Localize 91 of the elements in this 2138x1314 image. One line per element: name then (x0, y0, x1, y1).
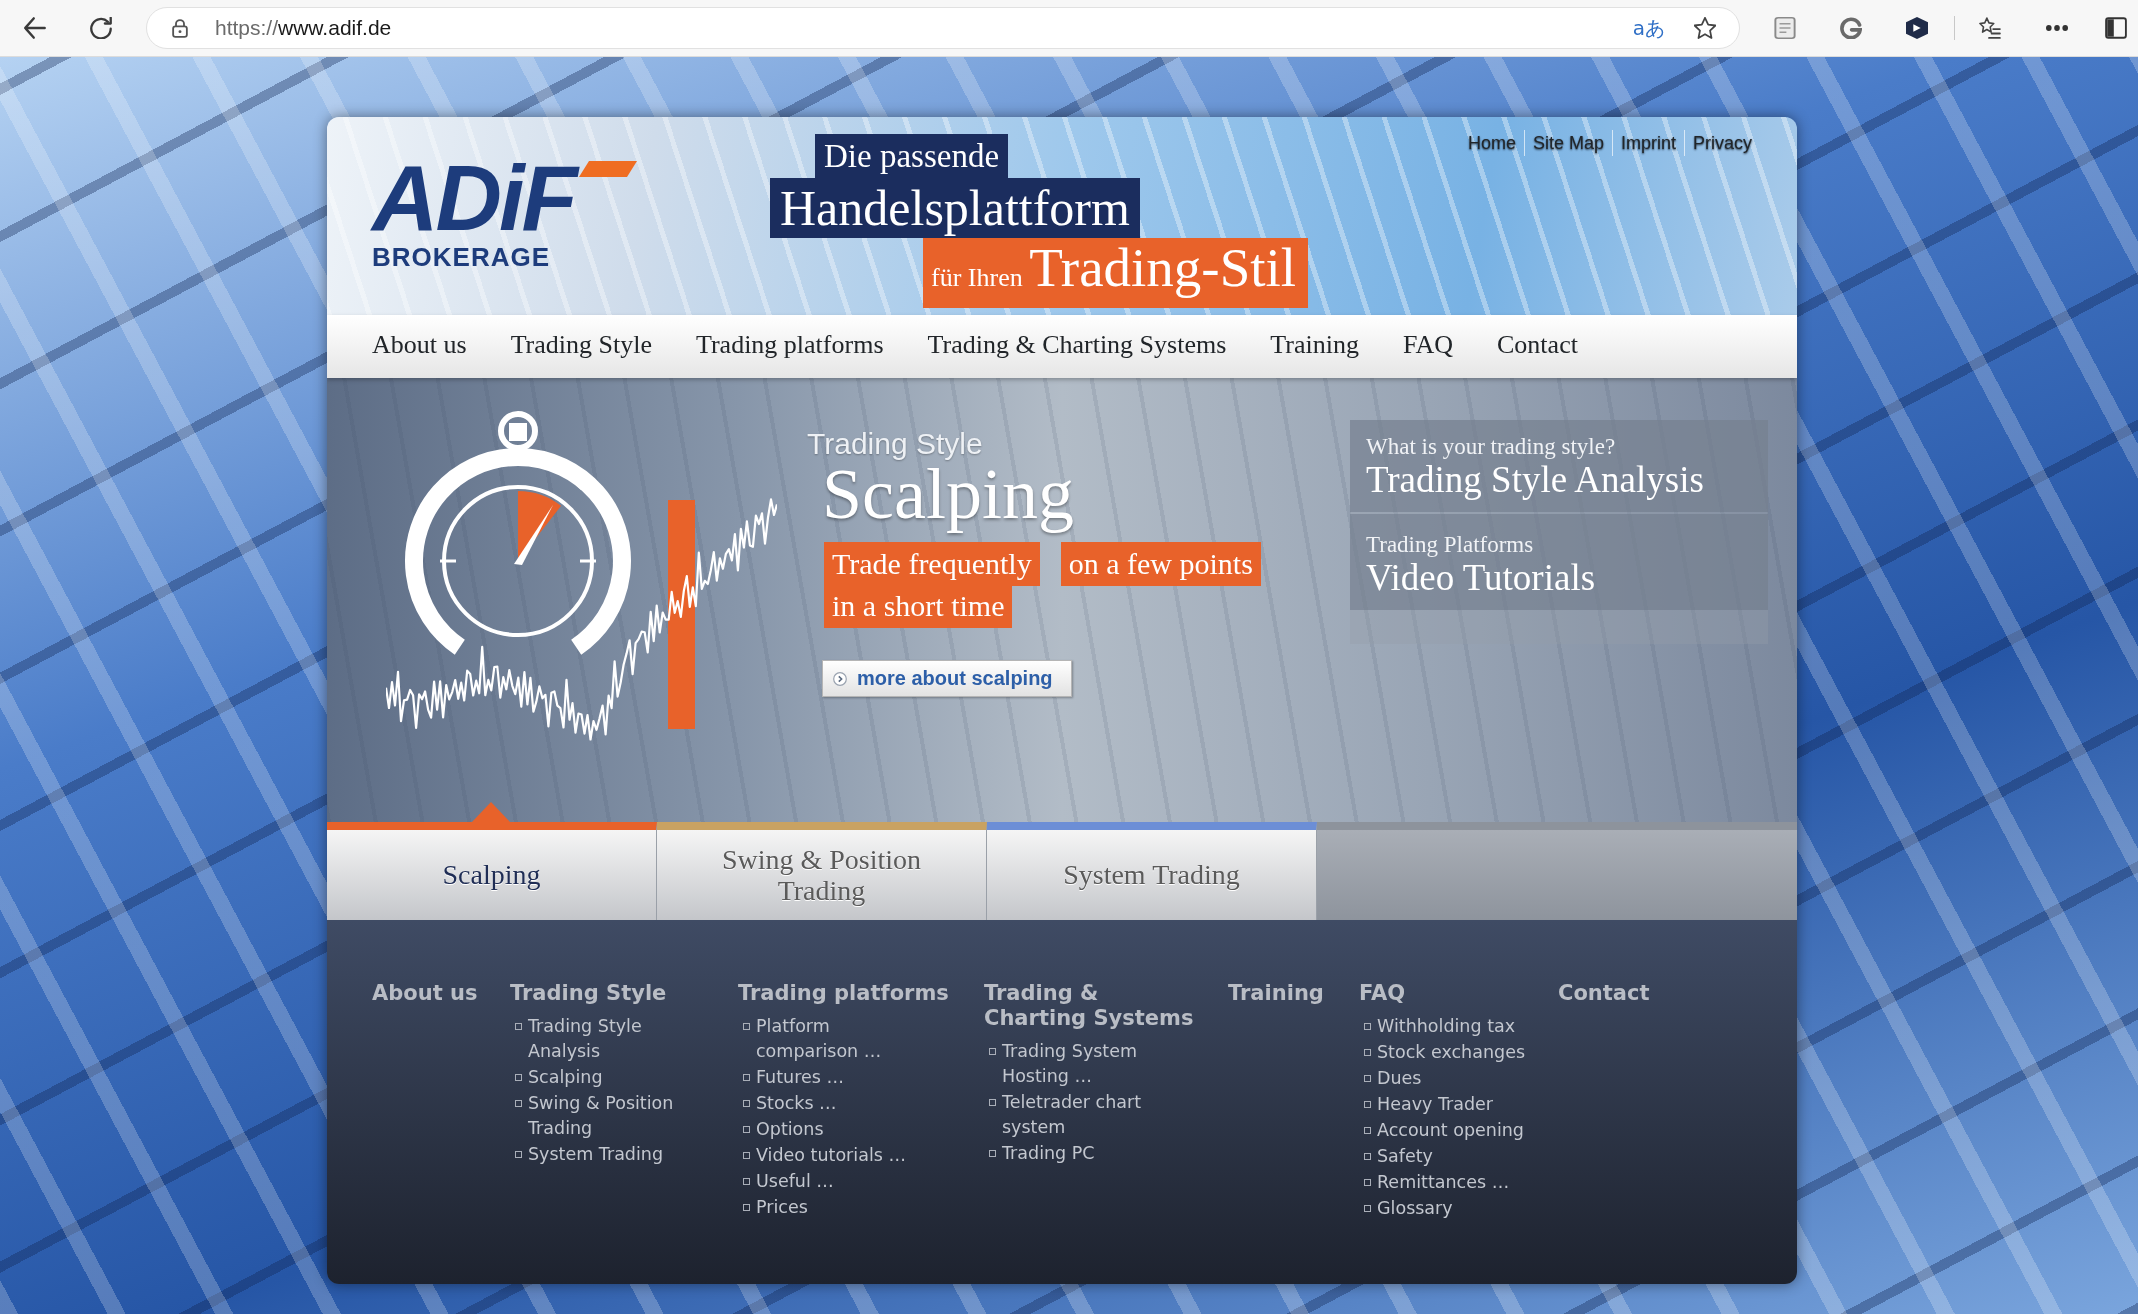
bullet-icon (743, 1152, 750, 1159)
bullet-icon (743, 1204, 750, 1211)
bullet-icon (743, 1178, 750, 1185)
promo-link[interactable]: Trading Platforms Video Tutorials (1350, 514, 1768, 610)
footer-heading[interactable]: Training (1228, 981, 1324, 1006)
footer-link[interactable]: Teletrader chart system (1002, 1090, 1177, 1140)
tagline-text: on a few points (1060, 542, 1261, 587)
bullet-icon (743, 1023, 750, 1030)
back-icon[interactable] (24, 17, 46, 39)
footer-link[interactable]: Heavy Trader (1377, 1092, 1494, 1117)
translate-button[interactable]: aあ (1632, 18, 1665, 38)
logo-accent-icon (578, 161, 637, 177)
footer-heading[interactable]: FAQ (1359, 981, 1406, 1006)
sidebar-icon[interactable] (2105, 17, 2127, 39)
footer-heading[interactable]: Trading platforms (738, 981, 949, 1006)
bullet-icon (515, 1100, 522, 1107)
footer-link[interactable]: Scalping (528, 1065, 603, 1090)
bullet-icon (1364, 1075, 1371, 1082)
footer-link[interactable]: Stocks … (756, 1091, 837, 1116)
hexagon-icon[interactable] (1906, 17, 1928, 39)
footer-link[interactable]: Remittances … (1377, 1170, 1510, 1195)
bullet-icon (1364, 1205, 1371, 1212)
chevron-icon (833, 672, 847, 686)
footer-link[interactable]: Stock exchanges (1377, 1040, 1526, 1065)
page-icon[interactable] (1774, 17, 1796, 39)
ring-icon[interactable] (1840, 17, 1862, 39)
footer-link[interactable]: Glossary (1377, 1196, 1453, 1221)
nav-link[interactable]: Trading & Charting Systems (927, 330, 1227, 360)
footer-heading[interactable]: About us (372, 981, 478, 1006)
tab[interactable]: Swing & Position Trading (657, 822, 987, 920)
top-link[interactable]: Home (1459, 130, 1524, 156)
bullet-icon (1364, 1179, 1371, 1186)
url-text[interactable]: https://www.adif.de (215, 16, 392, 40)
bullet-icon (515, 1023, 522, 1030)
address-bar[interactable]: https://www.adif.de aあ (146, 7, 1740, 49)
bullet-icon (743, 1100, 750, 1107)
reload-icon[interactable] (90, 17, 112, 39)
footer-link[interactable]: Prices (756, 1195, 808, 1220)
promo-link[interactable]: What is your trading style? Trading Style Analysis (1350, 420, 1768, 512)
more-icon[interactable] (2046, 25, 2068, 31)
bullet-icon (743, 1126, 750, 1133)
footer-link[interactable]: Swing & Position Trading (528, 1091, 703, 1141)
bullet-icon (1364, 1127, 1371, 1134)
bullet-icon (515, 1151, 522, 1158)
top-link[interactable]: Privacy (1684, 130, 1752, 156)
footer-link[interactable]: Options (756, 1117, 824, 1142)
footer-heading[interactable]: Trading & Charting Systems (984, 981, 1202, 1031)
headline-text: für Ihren Trading-Stil (923, 238, 1309, 308)
footer-heading[interactable]: Trading Style (510, 981, 667, 1006)
bullet-icon (1364, 1153, 1371, 1160)
footer-link[interactable]: Platform comparison … (756, 1014, 931, 1064)
footer-link[interactable]: Trading System Hosting … (1002, 1039, 1177, 1089)
bullet-icon (743, 1074, 750, 1081)
bullet-icon (1364, 1101, 1371, 1108)
bullet-icon (515, 1074, 522, 1081)
footer-link[interactable]: Withholding tax (1377, 1014, 1516, 1039)
pointer-icon (472, 802, 510, 822)
bullet-icon (989, 1099, 996, 1106)
nav-link[interactable]: Contact (1497, 330, 1578, 360)
nav-link[interactable]: Training (1270, 330, 1359, 360)
headline-text: Handelsplattform (770, 178, 1140, 238)
footer-link[interactable]: Safety (1377, 1144, 1433, 1169)
favorites-icon[interactable] (1979, 17, 2001, 39)
headline-text: Die passende (815, 134, 1009, 178)
star-icon[interactable] (1694, 17, 1716, 39)
footer-heading[interactable]: Contact (1558, 981, 1650, 1006)
nav-link[interactable]: Trading platforms (695, 330, 884, 360)
tagline-text: in a short time (824, 584, 1013, 629)
nav-link[interactable]: About us (372, 330, 467, 360)
hero-kicker: Trading Style (807, 428, 983, 461)
footer-link[interactable]: Video tutorials … (756, 1143, 906, 1168)
bullet-icon (989, 1150, 996, 1157)
lock-icon (172, 18, 188, 38)
top-link[interactable]: Site Map (1523, 130, 1612, 156)
bullet-icon (1364, 1023, 1371, 1030)
footer-link[interactable]: Useful … (756, 1169, 834, 1194)
footer-link[interactable]: Account opening (1377, 1118, 1524, 1143)
nav-link[interactable]: Trading Style (510, 330, 652, 360)
tab[interactable]: System Trading (987, 822, 1317, 920)
footer-link[interactable]: Trading Style Analysis (528, 1014, 703, 1064)
more-button[interactable]: more about scalping (822, 660, 1072, 698)
bullet-icon (989, 1048, 996, 1055)
nav-link[interactable]: FAQ (1402, 330, 1454, 360)
top-link[interactable]: Imprint (1611, 130, 1684, 156)
footer-link[interactable]: Trading PC (1002, 1141, 1095, 1166)
footer-link[interactable]: Futures … (756, 1065, 844, 1090)
tagline-text: Trade frequently (824, 542, 1040, 587)
bullet-icon (1364, 1049, 1371, 1056)
footer-link[interactable]: Dues (1377, 1066, 1422, 1091)
logo-tagline: BROKERAGE (372, 244, 550, 271)
footer-link[interactable]: System Trading (528, 1142, 664, 1167)
